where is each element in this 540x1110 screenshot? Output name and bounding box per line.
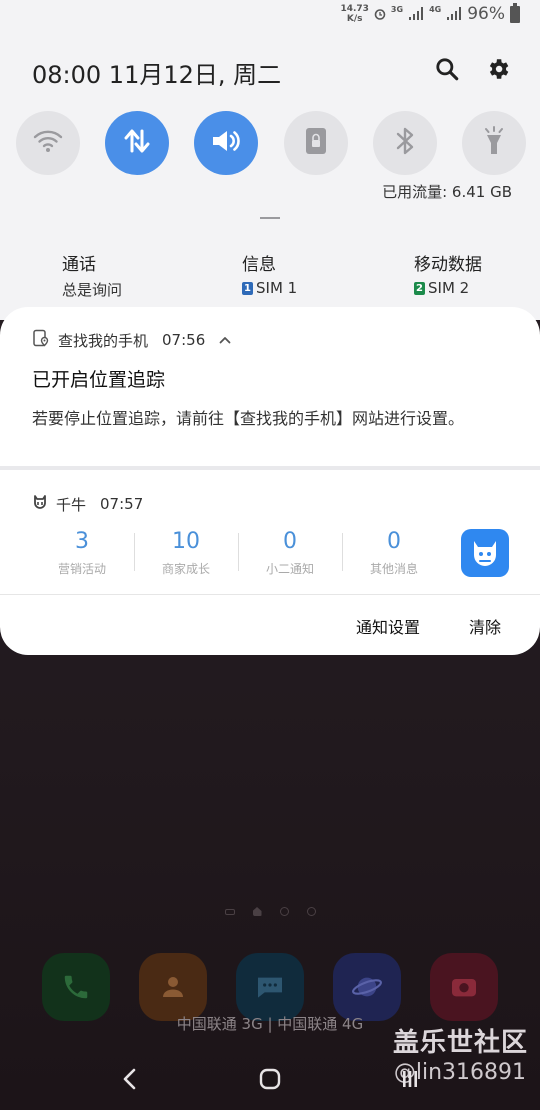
chevron-up-icon[interactable]	[219, 331, 231, 349]
stat-value: 3	[75, 529, 89, 554]
sim-message-title: 信息	[242, 255, 276, 275]
stat-value: 0	[387, 529, 401, 554]
phone-app-icon[interactable]	[42, 953, 111, 1021]
wifi-icon	[33, 128, 63, 158]
back-button[interactable]	[110, 1059, 150, 1099]
notification-app-name: 千牛	[56, 495, 87, 514]
notification-title: 已开启位置追踪	[32, 369, 166, 391]
search-icon[interactable]	[430, 52, 464, 86]
notification-header: 千牛 07:57	[32, 493, 512, 515]
stat-value: 10	[172, 529, 200, 554]
camera-app-icon[interactable]	[429, 953, 498, 1021]
data-arrows-icon	[122, 126, 152, 160]
stat-xiaoer-notice[interactable]: 0 小二通知	[238, 529, 342, 577]
date-time[interactable]: 08:00 11月12日, 周二	[32, 55, 281, 90]
stat-label: 其他消息	[369, 562, 418, 576]
wifi-toggle[interactable]	[16, 111, 80, 175]
data-usage-label: 已用流量: 6.41 GB	[382, 183, 512, 201]
recents-button[interactable]	[390, 1059, 430, 1099]
browser-app-icon[interactable]	[332, 953, 401, 1021]
stat-other-messages[interactable]: 0 其他消息	[342, 529, 446, 577]
find-my-phone-notification[interactable]: 查找我的手机 07:56 已开启位置追踪 若要停止位置追踪，请前往【查找我的手机…	[32, 329, 520, 433]
location-phone-icon	[32, 329, 50, 351]
sim2-signal-icon	[446, 5, 462, 24]
qianniu-app-icon[interactable]	[461, 529, 509, 577]
clear-button[interactable]: 清除	[469, 614, 501, 638]
sound-toggle[interactable]	[194, 111, 259, 175]
sim2-badge: 2	[414, 281, 425, 295]
page-indicator	[0, 907, 540, 916]
network-speed-value: 14.73	[340, 4, 369, 14]
status-bar: 14.73 K/s 3G 4G 96%	[340, 2, 520, 24]
sim-message-value: SIM 1	[256, 279, 298, 297]
page-dot	[279, 907, 289, 916]
notification-body: 若要停止位置追踪，请前往【查找我的手机】网站进行设置。	[32, 409, 465, 428]
sim-call-title: 通话	[62, 255, 96, 275]
navigation-bar	[0, 1056, 540, 1102]
flashlight-icon	[481, 125, 507, 161]
sim-mobile-data-setting[interactable]: 移动数据 2 SIM 2	[414, 250, 482, 297]
notification-divider	[0, 466, 540, 470]
stat-label: 商家成长	[161, 562, 210, 576]
qianniu-stats: 3 营销活动 10 商家成长 0 小二通知 0 其他消息	[30, 529, 450, 577]
sim-call-setting[interactable]: 通话 总是询问	[62, 250, 122, 300]
sim1-network-type: 3G	[390, 5, 404, 14]
stat-value: 0	[283, 529, 297, 554]
notification-settings-button[interactable]: 通知设置	[356, 614, 420, 638]
screen-lock-toggle[interactable]	[283, 111, 348, 175]
sim-message-setting[interactable]: 信息 1 SIM 1	[242, 250, 297, 297]
notification-app-name: 查找我的手机	[58, 331, 149, 350]
bluetooth-toggle[interactable]	[372, 111, 437, 175]
sim-mobile-data-title: 移动数据	[414, 255, 482, 275]
quick-settings-row	[16, 111, 526, 175]
notification-time: 07:56	[162, 331, 206, 349]
mobile-data-toggle[interactable]	[105, 111, 170, 175]
messages-app-icon[interactable]	[235, 953, 304, 1021]
stat-label: 营销活动	[57, 562, 106, 576]
sim1-signal-icon	[408, 5, 424, 24]
sim-call-value: 总是询问	[62, 281, 123, 299]
bluetooth-icon	[394, 125, 416, 161]
actions-divider	[0, 594, 540, 595]
stat-marketing[interactable]: 3 营销活动	[30, 529, 134, 577]
notification-card: 查找我的手机 07:56 已开启位置追踪 若要停止位置追踪，请前往【查找我的手机…	[0, 307, 540, 655]
qianniu-small-icon	[32, 494, 48, 514]
battery-icon	[510, 2, 520, 23]
alarm-icon	[374, 5, 386, 24]
home-page-dot	[252, 907, 262, 916]
home-button[interactable]	[250, 1059, 290, 1099]
watermark-site: 盖乐世社区	[392, 1028, 528, 1058]
network-speed: 14.73 K/s	[340, 4, 368, 24]
qianniu-notification[interactable]: 千牛 07:57	[32, 493, 512, 515]
network-speed-unit: K/s	[346, 14, 363, 24]
rotation-lock-icon	[303, 126, 329, 160]
page-dot	[306, 907, 316, 916]
stat-label: 小二通知	[265, 562, 314, 576]
notification-shade: 14.73 K/s 3G 4G 96% 08:00 11月12日, 周二 已用流…	[0, 0, 540, 320]
battery-percent: 96%	[467, 4, 505, 24]
sim2-network-type: 4G	[429, 5, 442, 14]
stat-merchant-growth[interactable]: 10 商家成长	[134, 529, 238, 577]
drag-handle[interactable]	[260, 217, 280, 219]
speaker-icon	[210, 126, 242, 160]
page-dot	[224, 909, 235, 915]
notification-time: 07:57	[100, 495, 144, 513]
sim-mobile-data-value: SIM 2	[428, 279, 470, 297]
contacts-app-icon[interactable]	[139, 953, 208, 1021]
settings-gear-icon[interactable]	[481, 52, 515, 86]
sim1-badge: 1	[242, 281, 253, 295]
sim-card-manager: 通话 总是询问 信息 1 SIM 1 移动数据 2 SIM 2	[0, 250, 540, 300]
notification-header: 查找我的手机 07:56	[32, 329, 520, 351]
app-dock	[0, 953, 540, 1021]
flashlight-toggle[interactable]	[461, 111, 526, 175]
